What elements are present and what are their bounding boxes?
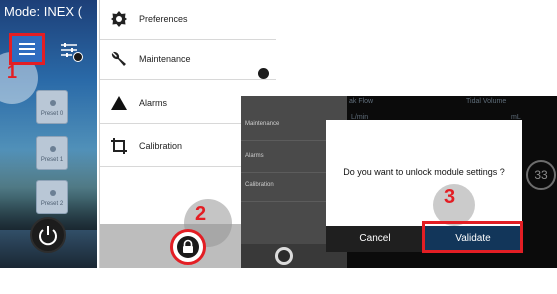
preset-dot xyxy=(50,100,56,106)
preset-button[interactable]: Preset 1 xyxy=(36,136,68,170)
power-icon xyxy=(39,226,57,246)
lock-badge-icon xyxy=(258,68,269,79)
warning-triangle-icon xyxy=(111,96,127,110)
padlock-icon xyxy=(278,250,290,262)
unlock-dialog-panel: ak Flow Tidal Volume L/min mL 33 Mainten… xyxy=(241,96,557,268)
preset-button[interactable]: Preset 2 xyxy=(36,180,68,214)
wrench-icon xyxy=(111,51,126,66)
step-number-1: 1 xyxy=(7,62,18,82)
brightness-icon xyxy=(111,11,127,27)
lock-badge-icon xyxy=(73,52,83,62)
dimmed-lock-button xyxy=(275,247,293,265)
power-button[interactable] xyxy=(30,217,66,253)
step-number-2: 2 xyxy=(195,203,207,225)
preset-label: Preset 0 xyxy=(40,111,64,117)
menu-item-preferences[interactable]: Preferences xyxy=(100,0,276,40)
background-label: Tidal Volume xyxy=(466,98,507,105)
menu-item-maintenance[interactable]: Maintenance xyxy=(100,40,276,80)
menu-item-label: Alarms xyxy=(139,98,168,108)
annotation-box-3 xyxy=(422,221,523,253)
menu-item-label: Calibration xyxy=(139,141,183,151)
dialog-question: Do you want to unlock module settings ? xyxy=(343,167,505,177)
menu-item-label: Preferences xyxy=(139,14,188,24)
preset-label: Preset 2 xyxy=(40,201,64,207)
gauge-readout: 33 xyxy=(526,160,556,190)
padlock-icon xyxy=(183,239,193,253)
lock-button[interactable] xyxy=(170,229,206,265)
annotation-box-1 xyxy=(9,33,45,65)
step-number-3: 3 xyxy=(444,186,456,208)
mode-label: Mode: INEX ( xyxy=(4,4,83,19)
background-label: ak Flow xyxy=(349,98,374,105)
cancel-button[interactable]: Cancel xyxy=(326,226,424,252)
main-screen-panel: Mode: INEX ( Preset 0 Preset 1 Preset 2 … xyxy=(0,0,97,268)
preset-dot xyxy=(50,190,56,196)
crop-icon xyxy=(111,138,127,154)
preset-dot xyxy=(50,146,56,152)
menu-item-label: Maintenance xyxy=(139,54,191,64)
preset-button[interactable]: Preset 0 xyxy=(36,90,68,124)
preset-label: Preset 1 xyxy=(40,157,64,163)
